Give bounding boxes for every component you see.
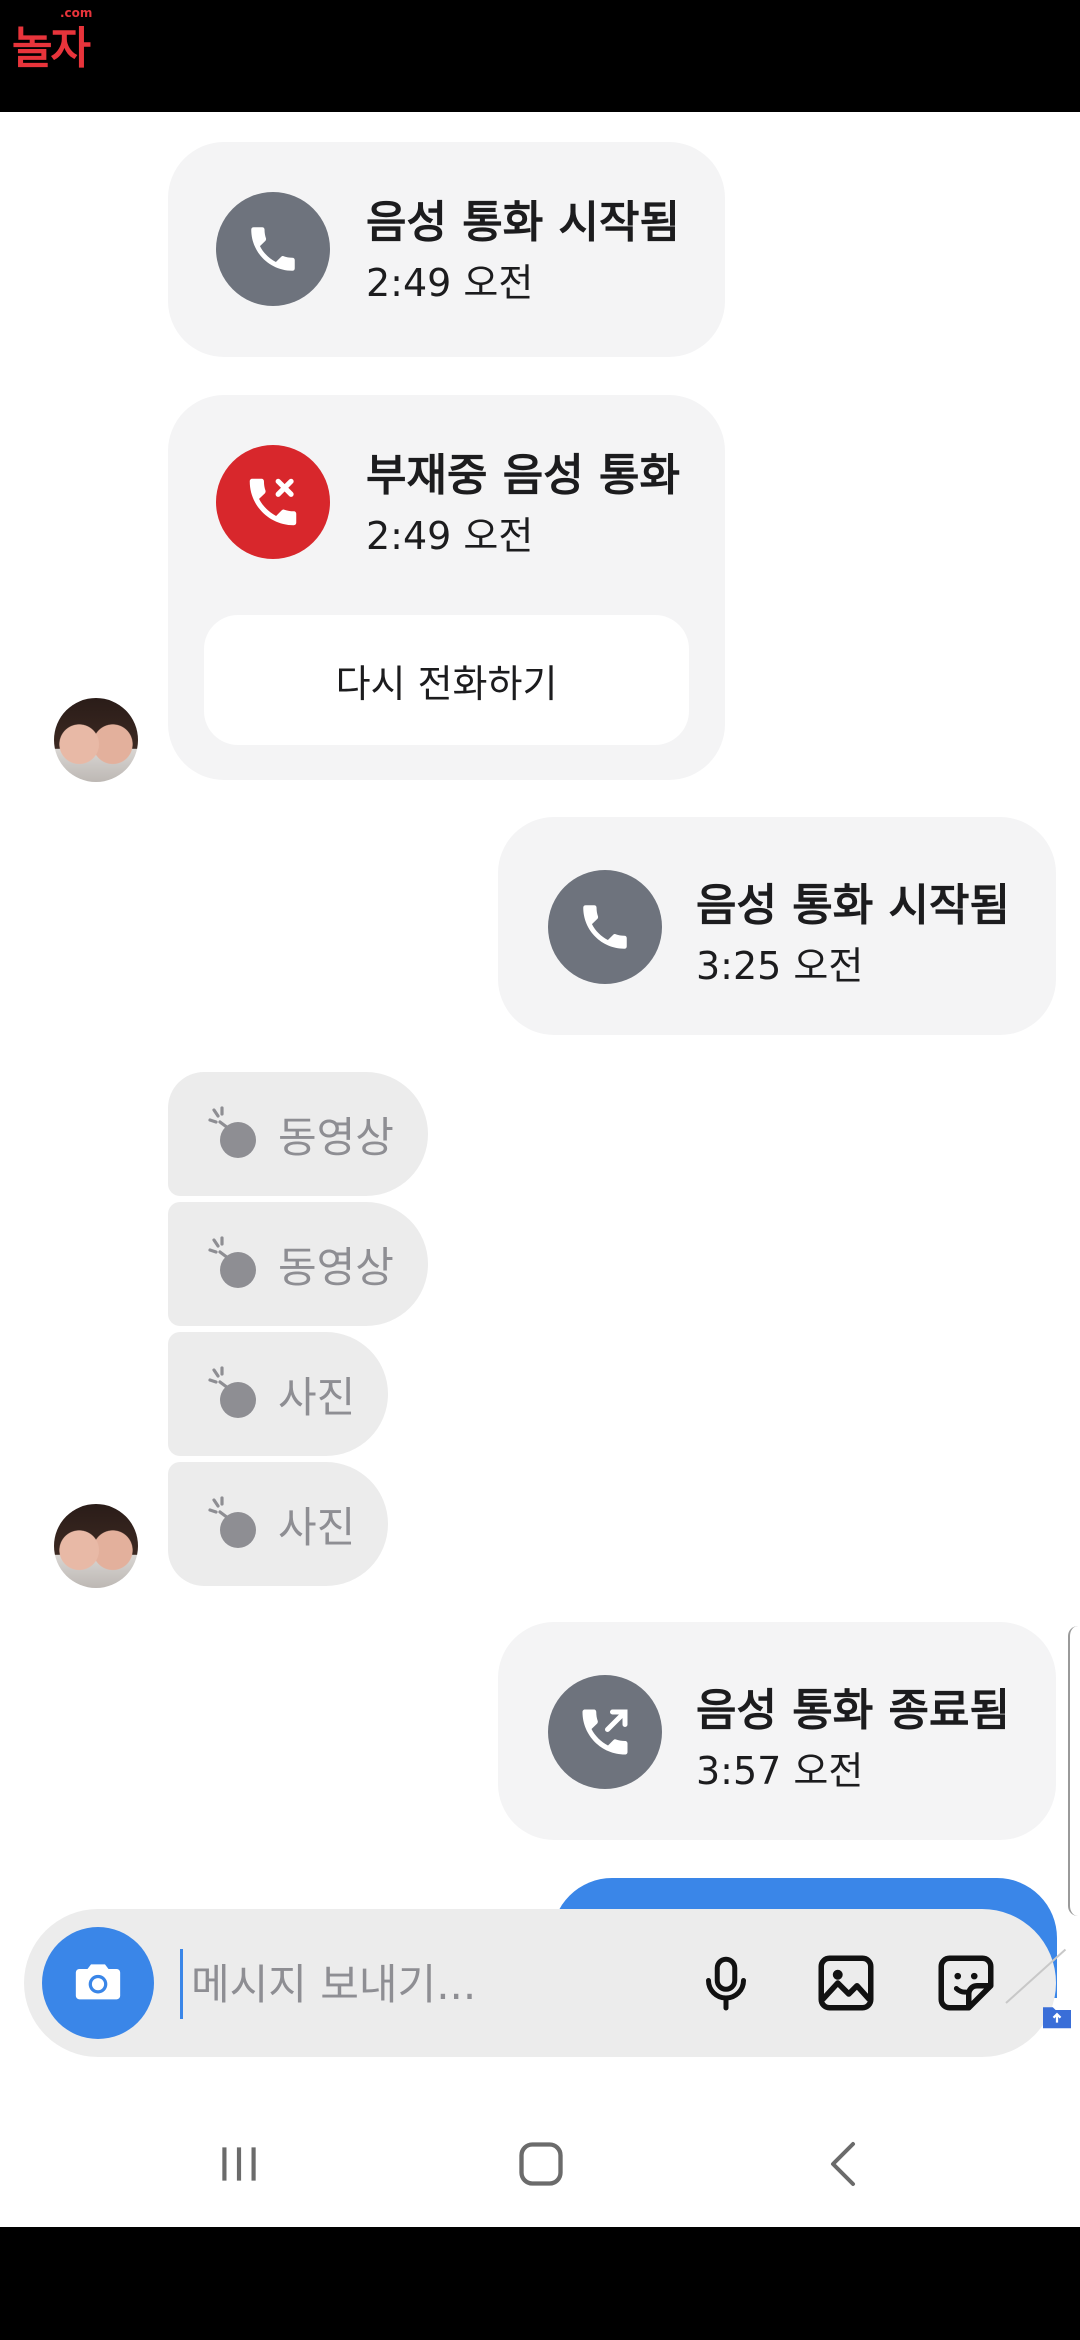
view-once-icon xyxy=(204,1104,264,1164)
watermark-logo-suffix: .com xyxy=(60,6,93,20)
outgoing-call-icon xyxy=(548,1675,662,1789)
view-once-icon xyxy=(204,1494,264,1554)
microphone-button[interactable] xyxy=(690,1947,762,2019)
call-time: 2:49 오전 xyxy=(366,514,534,558)
scrollbar[interactable] xyxy=(1068,1626,1080,1916)
home-button[interactable] xyxy=(496,2129,586,2199)
phone-icon xyxy=(548,870,662,984)
call-back-button[interactable]: 다시 전화하기 xyxy=(204,615,689,745)
missed-call-bubble[interactable]: 부재중 음성 통화 2:49 오전 다시 전화하기 xyxy=(168,395,725,780)
image-icon xyxy=(818,1955,874,2011)
media-label: 사진 xyxy=(278,1372,356,1422)
camera-button[interactable] xyxy=(42,1927,154,2039)
view-once-icon xyxy=(204,1234,264,1294)
sticker-icon xyxy=(938,1955,994,2011)
call-title: 음성 통화 시작됨 xyxy=(696,880,1010,931)
contact-avatar[interactable] xyxy=(54,698,138,782)
call-time: 3:57 오전 xyxy=(696,1749,864,1793)
call-ended-bubble[interactable]: 음성 통화 종료됨 3:57 오전 xyxy=(498,1622,1056,1840)
message-composer xyxy=(24,1909,1056,2057)
chat-thread[interactable]: 음성 통화 시작됨 2:49 오전 부재중 음성 통화 2:49 오전 다시 전… xyxy=(0,112,1080,2227)
home-icon xyxy=(519,2142,563,2186)
gallery-button[interactable] xyxy=(810,1947,882,2019)
media-label: 사진 xyxy=(278,1502,356,1552)
phone-icon xyxy=(216,192,330,306)
call-title: 부재중 음성 통화 xyxy=(366,450,680,501)
call-bubble[interactable]: 음성 통화 시작됨 2:49 오전 xyxy=(168,142,725,357)
folder-icon[interactable] xyxy=(1040,2003,1074,2031)
microphone-icon xyxy=(706,1956,746,2011)
camera-icon xyxy=(75,1964,121,2000)
watermark-logo: 놀자 xyxy=(12,23,91,74)
view-once-photo-bubble[interactable]: 사진 xyxy=(168,1332,388,1456)
view-once-icon xyxy=(204,1364,264,1424)
missed-call-icon xyxy=(216,445,330,559)
recents-icon xyxy=(222,2147,256,2181)
sticker-button[interactable] xyxy=(930,1947,1002,2019)
media-label: 동영상 xyxy=(278,1242,394,1292)
view-once-video-bubble[interactable]: 동영상 xyxy=(168,1202,428,1326)
view-once-photo-bubble[interactable]: 사진 xyxy=(168,1462,388,1586)
back-icon xyxy=(831,2142,855,2186)
call-title: 음성 통화 종료됨 xyxy=(696,1685,1010,1736)
recent-apps-button[interactable] xyxy=(194,2129,284,2199)
system-navigation-bar xyxy=(0,2099,1080,2227)
back-button[interactable] xyxy=(800,2129,890,2199)
bottom-black-bar xyxy=(0,2227,1080,2340)
contact-avatar[interactable] xyxy=(54,1504,138,1588)
view-once-video-bubble[interactable]: 동영상 xyxy=(168,1072,428,1196)
call-time: 2:49 오전 xyxy=(366,261,534,305)
message-input[interactable] xyxy=(180,1949,691,2019)
top-black-bar: 놀자 .com xyxy=(0,0,1080,112)
call-title: 음성 통화 시작됨 xyxy=(366,197,680,248)
media-label: 동영상 xyxy=(278,1112,394,1162)
call-time: 3:25 오전 xyxy=(696,944,864,988)
call-bubble[interactable]: 음성 통화 시작됨 3:25 오전 xyxy=(498,817,1056,1035)
